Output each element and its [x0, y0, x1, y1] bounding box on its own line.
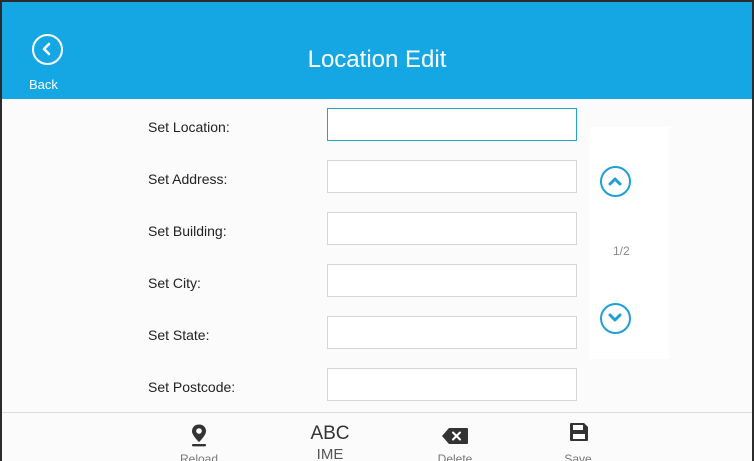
- set-state-label: Set State:: [148, 327, 210, 343]
- save-softkey[interactable]: Save: [538, 413, 618, 461]
- back-label: Back: [29, 77, 58, 92]
- set-building-label: Set Building:: [148, 223, 227, 239]
- set-location-input[interactable]: [327, 108, 577, 141]
- chevron-down-icon: [608, 313, 622, 322]
- ime-softkey[interactable]: ABC IME: [290, 413, 370, 461]
- chevron-up-icon: [608, 177, 622, 186]
- header-bar: Back Location Edit: [2, 2, 752, 99]
- reload-label: Reload: [179, 452, 219, 461]
- backspace-icon: [442, 428, 468, 444]
- location-pin-icon: [192, 424, 206, 447]
- page-up-button[interactable]: [600, 166, 631, 197]
- page-indicator: 1/2: [613, 244, 630, 258]
- floppy-disk-icon: [570, 423, 588, 441]
- save-label: Save: [564, 452, 592, 461]
- page-down-button[interactable]: [600, 303, 631, 334]
- delete-softkey[interactable]: Delete: [415, 413, 495, 461]
- set-address-input[interactable]: [327, 160, 577, 193]
- softkey-bar: Reload ABC IME Delete Save: [2, 413, 752, 461]
- location-edit-screen: Back Location Edit Set Location: Set Add…: [0, 0, 754, 461]
- page-title: Location Edit: [307, 46, 447, 73]
- set-location-label: Set Location:: [148, 119, 230, 135]
- set-building-input[interactable]: [327, 212, 577, 245]
- ime-label: IME: [316, 446, 344, 461]
- set-address-label: Set Address:: [148, 171, 228, 187]
- delete-label: Delete: [437, 452, 473, 461]
- reload-softkey[interactable]: Reload: [159, 413, 239, 461]
- set-state-input[interactable]: [327, 316, 577, 349]
- set-postcode-input[interactable]: [327, 368, 577, 401]
- set-postcode-label: Set Postcode:: [148, 379, 236, 395]
- set-city-label: Set City:: [148, 275, 201, 291]
- set-city-input[interactable]: [327, 264, 577, 297]
- ime-abc-text: ABC: [310, 423, 350, 444]
